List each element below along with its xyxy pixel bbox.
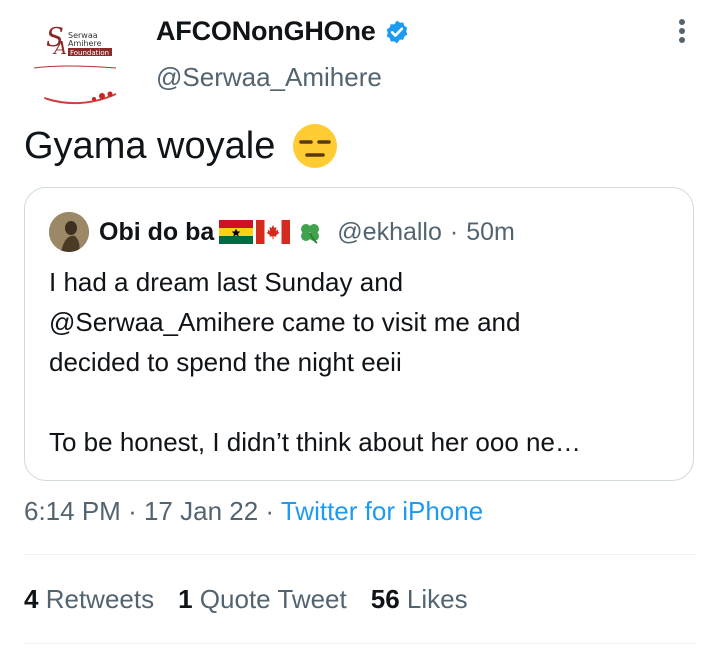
likes-stat[interactable]: 56 Likes: [371, 584, 468, 615]
tweet-header: S A Serwaa Amihere Foundation AFCONonGHO…: [24, 10, 696, 110]
author-display-name[interactable]: AFCONonGHOne: [156, 16, 376, 47]
svg-text:A: A: [52, 38, 67, 59]
tweet-meta: 6:14 PM · 17 Jan 22 · Twitter for iPhone: [24, 496, 483, 527]
quoted-tweet-body: I had a dream last Sunday and @Serwaa_Am…: [49, 262, 679, 462]
divider: [24, 643, 696, 644]
quoted-line: decided to spend the night eeii: [49, 347, 402, 377]
quoted-line: I had a dream last Sunday and: [49, 267, 404, 297]
verified-badge-icon: [386, 20, 407, 43]
canada-flag-icon: [256, 220, 291, 244]
quote-tweets-stat[interactable]: 1 Quote Tweet: [178, 584, 347, 615]
divider: [24, 554, 696, 555]
meta-separator: ·: [128, 496, 137, 526]
tweet-text-content: Gyama woyale: [24, 124, 276, 167]
tweet-source-link[interactable]: Twitter for iPhone: [281, 496, 483, 526]
tweet-time[interactable]: 6:14 PM: [24, 496, 121, 526]
retweets-stat[interactable]: 4 Retweets: [24, 584, 154, 615]
quoted-author-handle[interactable]: @ekhallo: [337, 218, 442, 247]
svg-text:Amihere: Amihere: [68, 39, 102, 48]
quotes-count: 1: [178, 584, 193, 614]
quoted-line: @Serwaa_Amihere came to visit me and: [49, 307, 521, 337]
retweets-label: Retweets: [45, 584, 155, 614]
tweet-text: Gyama woyale: [24, 122, 339, 170]
quoted-separator: ·: [449, 217, 459, 246]
quoted-author-avatar[interactable]: [49, 212, 89, 252]
author-avatar[interactable]: S A Serwaa Amihere Foundation: [24, 10, 136, 110]
quoted-tweet-card[interactable]: Obi do ba @ekhallo · 50m I had a dream l…: [24, 187, 694, 481]
ghana-flag-icon: [219, 220, 254, 244]
tweet-date[interactable]: 17 Jan 22: [144, 496, 258, 526]
expressionless-face-icon: [293, 124, 338, 168]
quoted-time[interactable]: 50m: [466, 218, 515, 247]
quotes-label: Quote Tweet: [199, 584, 347, 614]
quoted-author-name[interactable]: Obi do ba: [99, 218, 214, 247]
retweets-count: 4: [24, 584, 39, 614]
quoted-tweet-header: Obi do ba @ekhallo · 50m: [49, 212, 515, 252]
more-options-icon[interactable]: [670, 16, 694, 46]
quoted-line: To be honest, I didn’t think about her o…: [49, 427, 581, 457]
author-handle[interactable]: @Serwaa_Amihere: [156, 62, 382, 93]
meta-separator: ·: [265, 496, 275, 526]
tweet-stats: 4 Retweets 1 Quote Tweet 56 Likes: [24, 584, 492, 615]
likes-label: Likes: [406, 584, 468, 614]
shamrock-icon: [293, 220, 327, 244]
svg-text:Foundation: Foundation: [70, 49, 109, 57]
likes-count: 56: [370, 584, 400, 614]
